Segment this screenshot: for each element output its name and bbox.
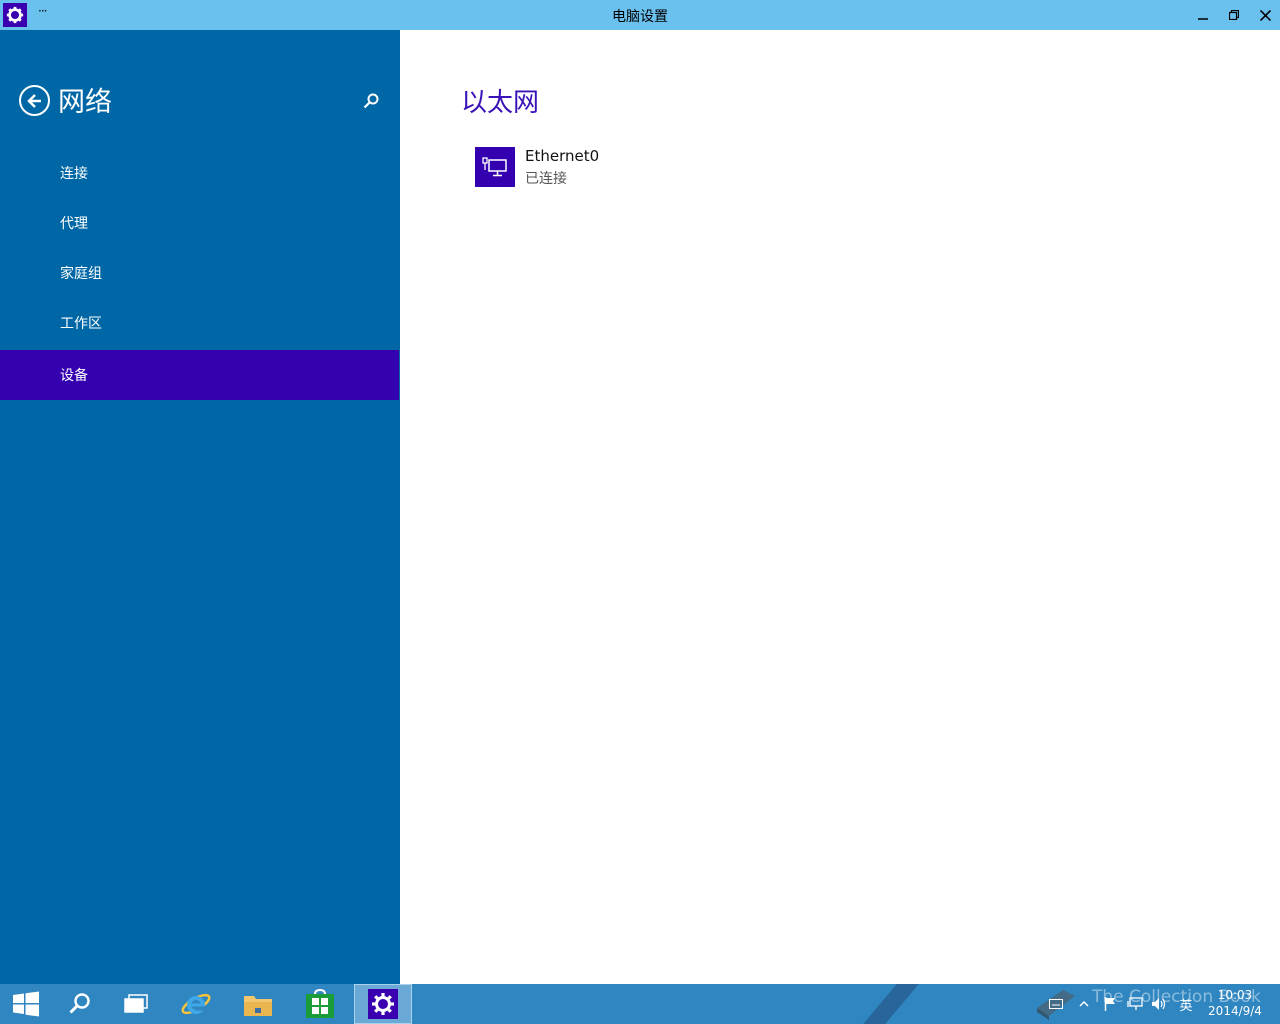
internet-explorer-icon[interactable] <box>170 984 222 1024</box>
show-hidden-icons-chevron-icon[interactable] <box>1074 984 1094 1024</box>
close-button[interactable] <box>1250 0 1280 30</box>
sidebar-item-homegroup[interactable]: 家庭组 <box>0 248 399 298</box>
main-content: 以太网 Ethernet0 已连接 <box>400 30 1280 984</box>
action-center-flag-icon[interactable] <box>1100 984 1120 1024</box>
file-explorer-icon[interactable] <box>232 984 284 1024</box>
device-name: Ethernet0 <box>525 147 600 165</box>
search-icon[interactable] <box>360 90 382 112</box>
clock-date: 2014/9/4 <box>1208 1004 1262 1018</box>
task-view-icon[interactable] <box>110 984 162 1024</box>
clock-time: 10:03 <box>1217 988 1253 1002</box>
device-status: 已连接 <box>525 171 567 187</box>
sidebar-item-workplace[interactable]: 工作区 <box>0 298 399 348</box>
search-icon[interactable] <box>54 984 106 1024</box>
sidebar-item-label: 家庭组 <box>60 266 102 282</box>
title-bar: ··· 电脑设置 <box>0 0 1280 30</box>
store-icon[interactable] <box>294 984 346 1024</box>
taskbar-decor-stripe <box>863 984 919 1024</box>
sidebar-item-label: 代理 <box>60 216 88 232</box>
window-title: 电脑设置 <box>612 9 668 25</box>
system-clock[interactable]: 10:03 2014/9/4 <box>1200 987 1270 1019</box>
ethernet-monitor-icon <box>475 147 515 187</box>
restore-button[interactable] <box>1219 0 1249 30</box>
sidebar-item-label: 工作区 <box>60 316 102 332</box>
sidebar-item-connection[interactable]: 连接 <box>0 148 399 198</box>
start-icon[interactable] <box>0 984 52 1024</box>
volume-icon[interactable] <box>1148 984 1170 1024</box>
settings-icon[interactable] <box>354 984 412 1024</box>
keyboard-icon[interactable] <box>1046 984 1066 1024</box>
back-arrow-icon[interactable] <box>19 85 50 116</box>
page-title: 以太网 <box>461 88 540 118</box>
network-icon[interactable] <box>1124 984 1146 1024</box>
input-language-indicator[interactable]: 英 <box>1174 984 1198 1024</box>
sidebar-item-devices[interactable]: 设备 <box>0 350 399 400</box>
sidebar: 网络 连接 代理 家庭组 工作区 设备 <box>0 30 400 984</box>
sidebar-item-label: 连接 <box>60 166 88 182</box>
sidebar-item-label: 设备 <box>60 368 88 384</box>
sidebar-item-proxy[interactable]: 代理 <box>0 198 399 248</box>
taskbar: The Collection Book 英 10:03 2014/9/4 <box>0 984 1280 1024</box>
minimize-button[interactable] <box>1188 0 1218 30</box>
ethernet-device-item[interactable]: Ethernet0 已连接 <box>475 147 775 187</box>
sidebar-title: 网络 <box>58 87 112 118</box>
